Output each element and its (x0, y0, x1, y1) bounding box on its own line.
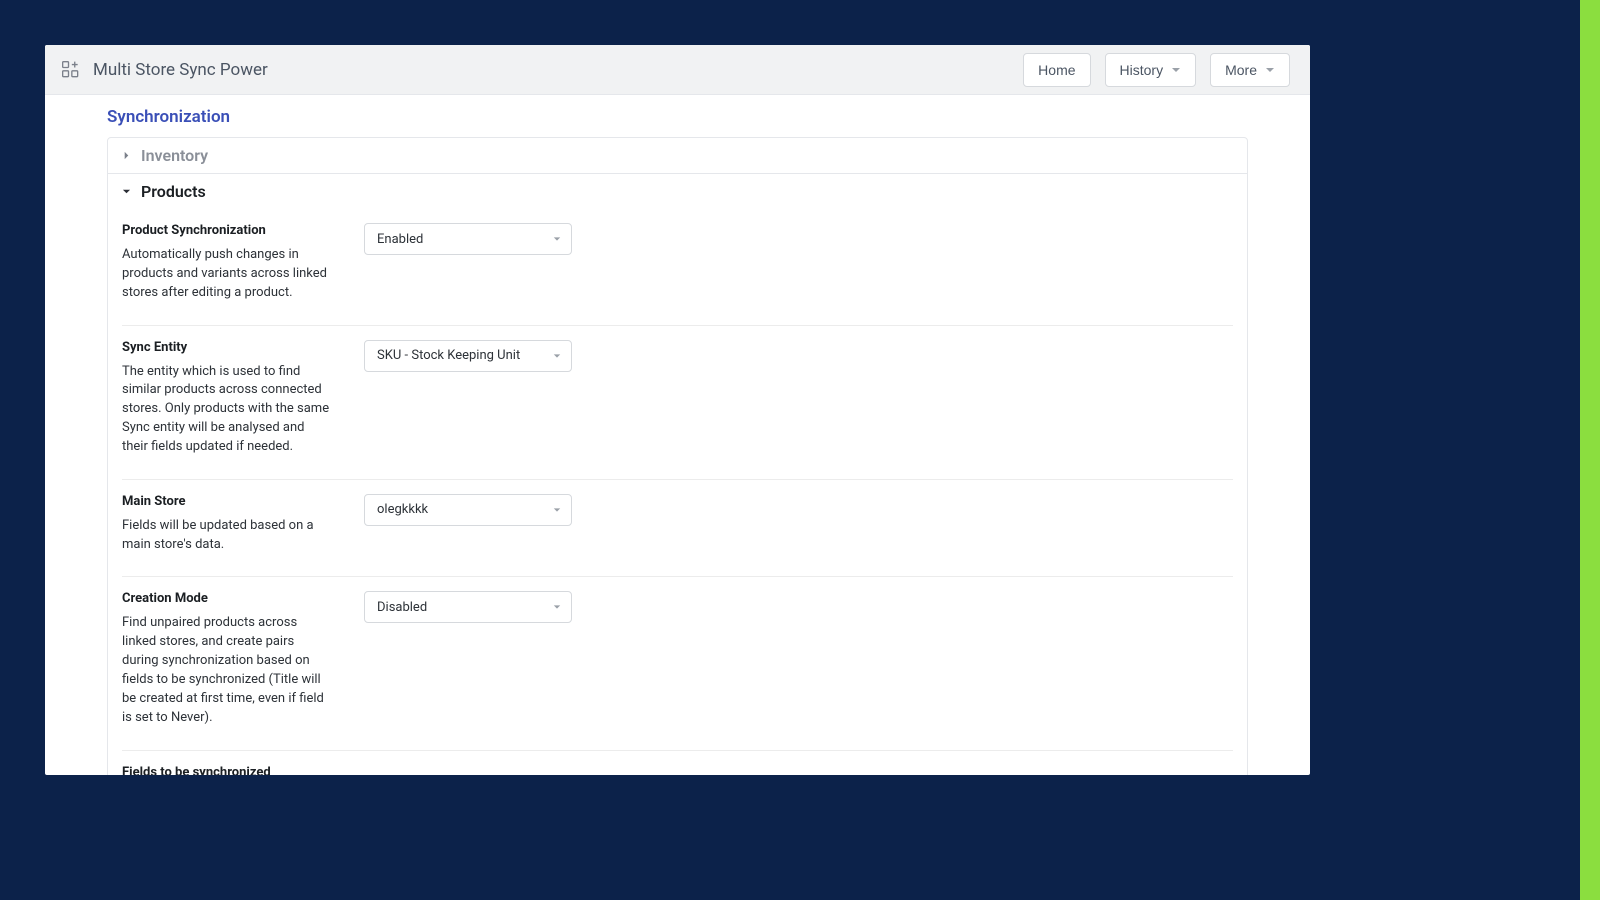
product-sync-select[interactable]: Enabled (364, 223, 572, 255)
main-store-help: Fields will be updated based on a main s… (122, 517, 332, 555)
field-row-product-sync: Product Synchronization Automatically pu… (122, 209, 1233, 326)
app-logo-icon (61, 60, 81, 80)
creation-mode-value: Disabled (377, 600, 427, 615)
section-products-body: Product Synchronization Automatically pu… (108, 209, 1247, 775)
main-store-label: Main Store (122, 494, 332, 509)
app-frame: Multi Store Sync Power Home History More… (45, 45, 1310, 775)
section-products-label: Products (141, 182, 206, 201)
home-button-label: Home (1038, 62, 1075, 78)
history-button[interactable]: History (1105, 53, 1197, 87)
sync-entity-value: SKU - Stock Keeping Unit (377, 348, 520, 363)
caret-down-icon (1265, 65, 1275, 75)
main-store-select[interactable]: olegkkkk (364, 494, 572, 526)
field-row-fields-to-sync: Fields to be synchronized (122, 751, 1233, 776)
sync-entity-help: The entity which is used to find similar… (122, 363, 332, 457)
app-header: Multi Store Sync Power Home History More (45, 45, 1310, 95)
more-button[interactable]: More (1210, 53, 1290, 87)
caret-down-icon (553, 352, 561, 360)
field-row-creation-mode: Creation Mode Find unpaired products acr… (122, 577, 1233, 750)
settings-panel: Inventory Products Product Synchronizati… (107, 137, 1248, 775)
caret-down-icon (553, 235, 561, 243)
caret-down-icon (1171, 65, 1181, 75)
main-store-value: olegkkkk (377, 502, 428, 517)
creation-mode-help: Find unpaired products across linked sto… (122, 614, 332, 727)
section-inventory-header[interactable]: Inventory (108, 138, 1247, 174)
product-sync-value: Enabled (377, 232, 423, 247)
accent-bar (1580, 0, 1600, 900)
history-button-label: History (1120, 62, 1164, 78)
more-button-label: More (1225, 62, 1257, 78)
field-row-sync-entity: Sync Entity The entity which is used to … (122, 326, 1233, 480)
field-row-main-store: Main Store Fields will be updated based … (122, 480, 1233, 578)
section-products-header[interactable]: Products (108, 174, 1247, 209)
page-title: Synchronization (107, 107, 1248, 127)
creation-mode-label: Creation Mode (122, 591, 332, 606)
fields-to-sync-label: Fields to be synchronized (122, 765, 332, 776)
chevron-down-icon (122, 187, 131, 196)
caret-down-icon (553, 603, 561, 611)
app-title: Multi Store Sync Power (93, 60, 268, 80)
content-area: Synchronization Inventory Products Produ… (45, 95, 1310, 775)
section-inventory-label: Inventory (141, 146, 208, 165)
caret-down-icon (553, 506, 561, 514)
sync-entity-select[interactable]: SKU - Stock Keeping Unit (364, 340, 572, 372)
creation-mode-select[interactable]: Disabled (364, 591, 572, 623)
chevron-right-icon (122, 151, 131, 160)
home-button[interactable]: Home (1023, 53, 1090, 87)
sync-entity-label: Sync Entity (122, 340, 332, 355)
header-actions: Home History More (1023, 53, 1294, 87)
product-sync-label: Product Synchronization (122, 223, 332, 238)
product-sync-help: Automatically push changes in products a… (122, 246, 332, 303)
